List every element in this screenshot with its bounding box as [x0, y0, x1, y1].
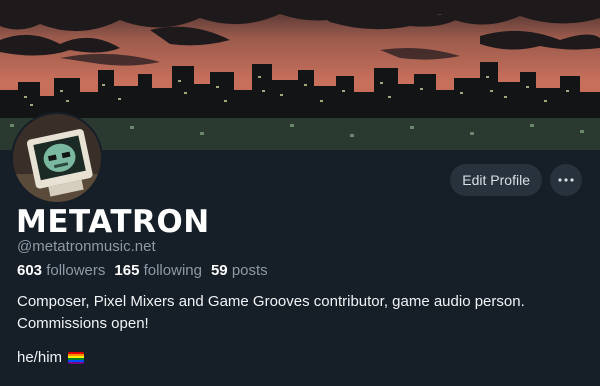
followers-label: followers — [46, 262, 106, 279]
ellipsis-icon — [558, 178, 574, 182]
handle[interactable]: @metatronmusic.net — [17, 238, 156, 255]
edit-profile-button[interactable]: Edit Profile — [450, 164, 542, 196]
profile-stats: 603 followers 165 following 59 posts — [17, 262, 268, 279]
following-count: 165 — [114, 262, 140, 279]
avatar[interactable] — [11, 112, 103, 204]
following-label: following — [143, 262, 202, 279]
bio-line: Commissions open! — [17, 315, 149, 332]
pride-flag-icon — [68, 351, 85, 364]
bio-line: Composer, Pixel Mixers and Game Grooves … — [17, 293, 525, 310]
pronouns-text: he/him — [17, 349, 63, 366]
pronouns: he/him — [17, 349, 85, 366]
followers-link[interactable]: 603 followers — [17, 262, 105, 279]
posts-label: posts — [231, 262, 268, 279]
profile-actions: Edit Profile — [450, 164, 582, 196]
avatar-image — [13, 114, 101, 202]
display-name: METATRON — [16, 204, 210, 240]
posts-count: 59 — [210, 262, 228, 279]
following-link[interactable]: 165 following — [114, 262, 202, 279]
profile-bio: Composer, Pixel Mixers and Game Grooves … — [17, 291, 587, 335]
more-options-button[interactable] — [550, 164, 582, 196]
posts-stat: 59 posts — [211, 262, 268, 279]
followers-count: 603 — [17, 262, 43, 279]
